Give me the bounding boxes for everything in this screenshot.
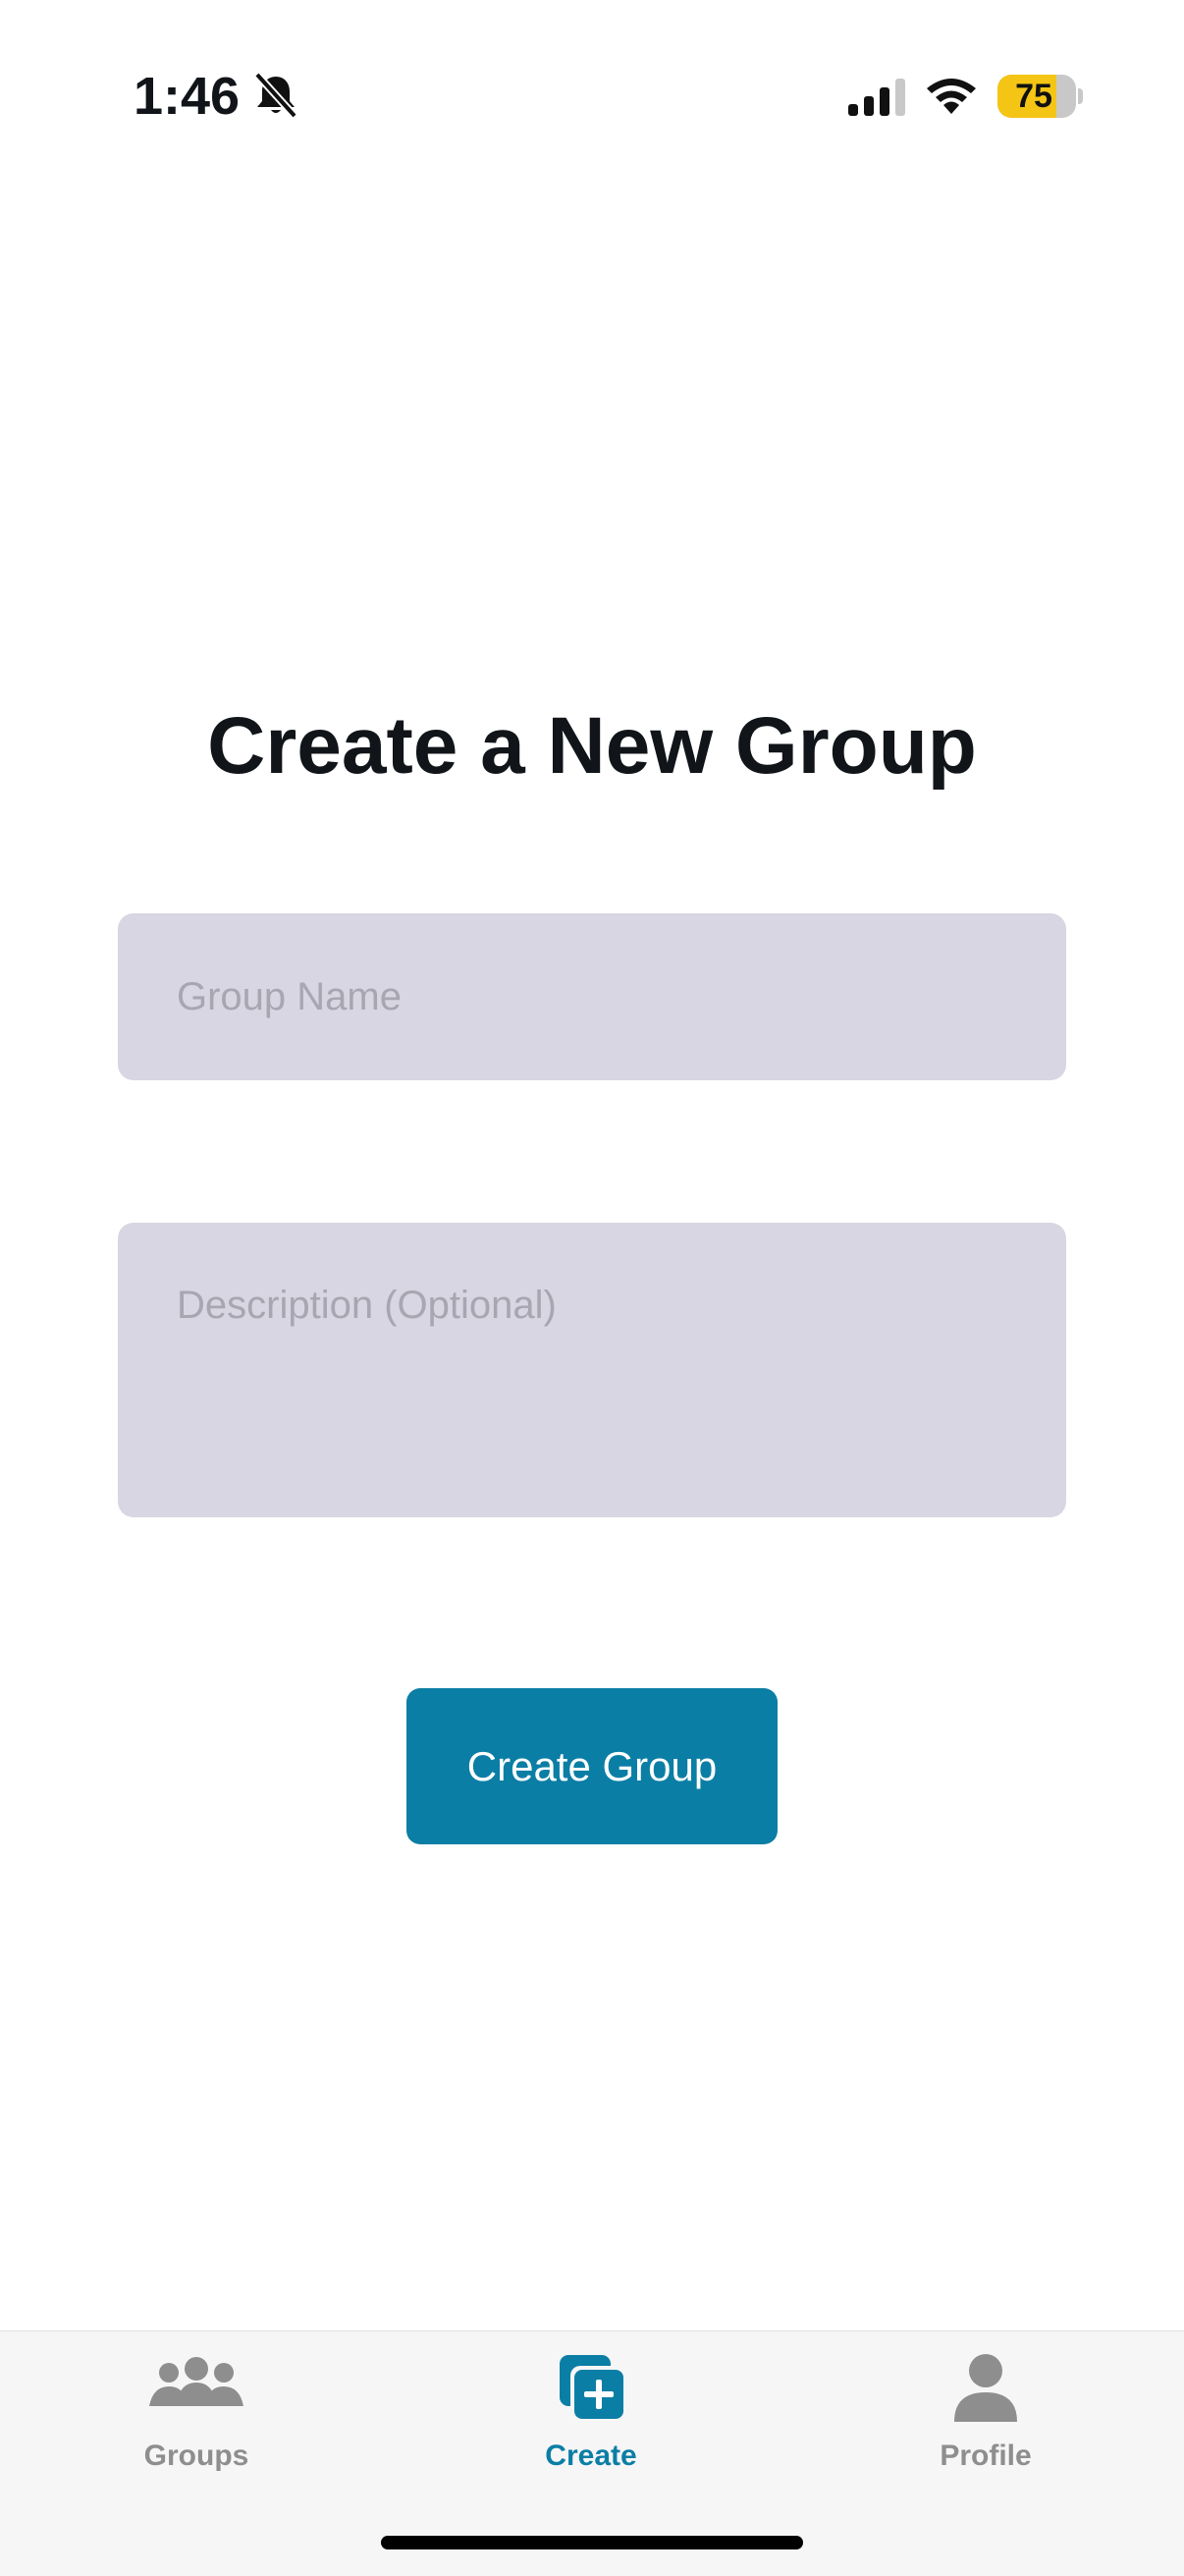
bell-slash-icon xyxy=(254,72,297,119)
battery-percent: 75 xyxy=(1015,78,1052,115)
status-bar: 1:46 75 xyxy=(0,0,1184,147)
home-indicator xyxy=(381,2536,803,2549)
page-title: Create a New Group xyxy=(207,701,977,791)
tab-profile[interactable]: Profile xyxy=(858,2331,1113,2489)
status-time: 1:46 xyxy=(134,67,241,126)
tab-label-create: Create xyxy=(545,2439,637,2472)
tab-label-profile: Profile xyxy=(940,2439,1032,2472)
groups-icon xyxy=(149,2357,243,2406)
signal-icon xyxy=(848,79,905,116)
tab-groups[interactable]: Groups xyxy=(69,2331,324,2489)
create-group-button[interactable]: Create Group xyxy=(406,1688,778,1844)
description-input[interactable] xyxy=(118,1223,1066,1517)
group-name-input[interactable] xyxy=(118,913,1066,1080)
tab-create[interactable]: Create xyxy=(463,2331,719,2489)
battery-icon: 75 xyxy=(997,75,1076,118)
tab-label-groups: Groups xyxy=(143,2439,249,2472)
wifi-icon xyxy=(927,79,976,114)
profile-icon xyxy=(954,2354,1017,2422)
battery-cap xyxy=(1078,88,1083,104)
create-icon xyxy=(560,2355,627,2423)
